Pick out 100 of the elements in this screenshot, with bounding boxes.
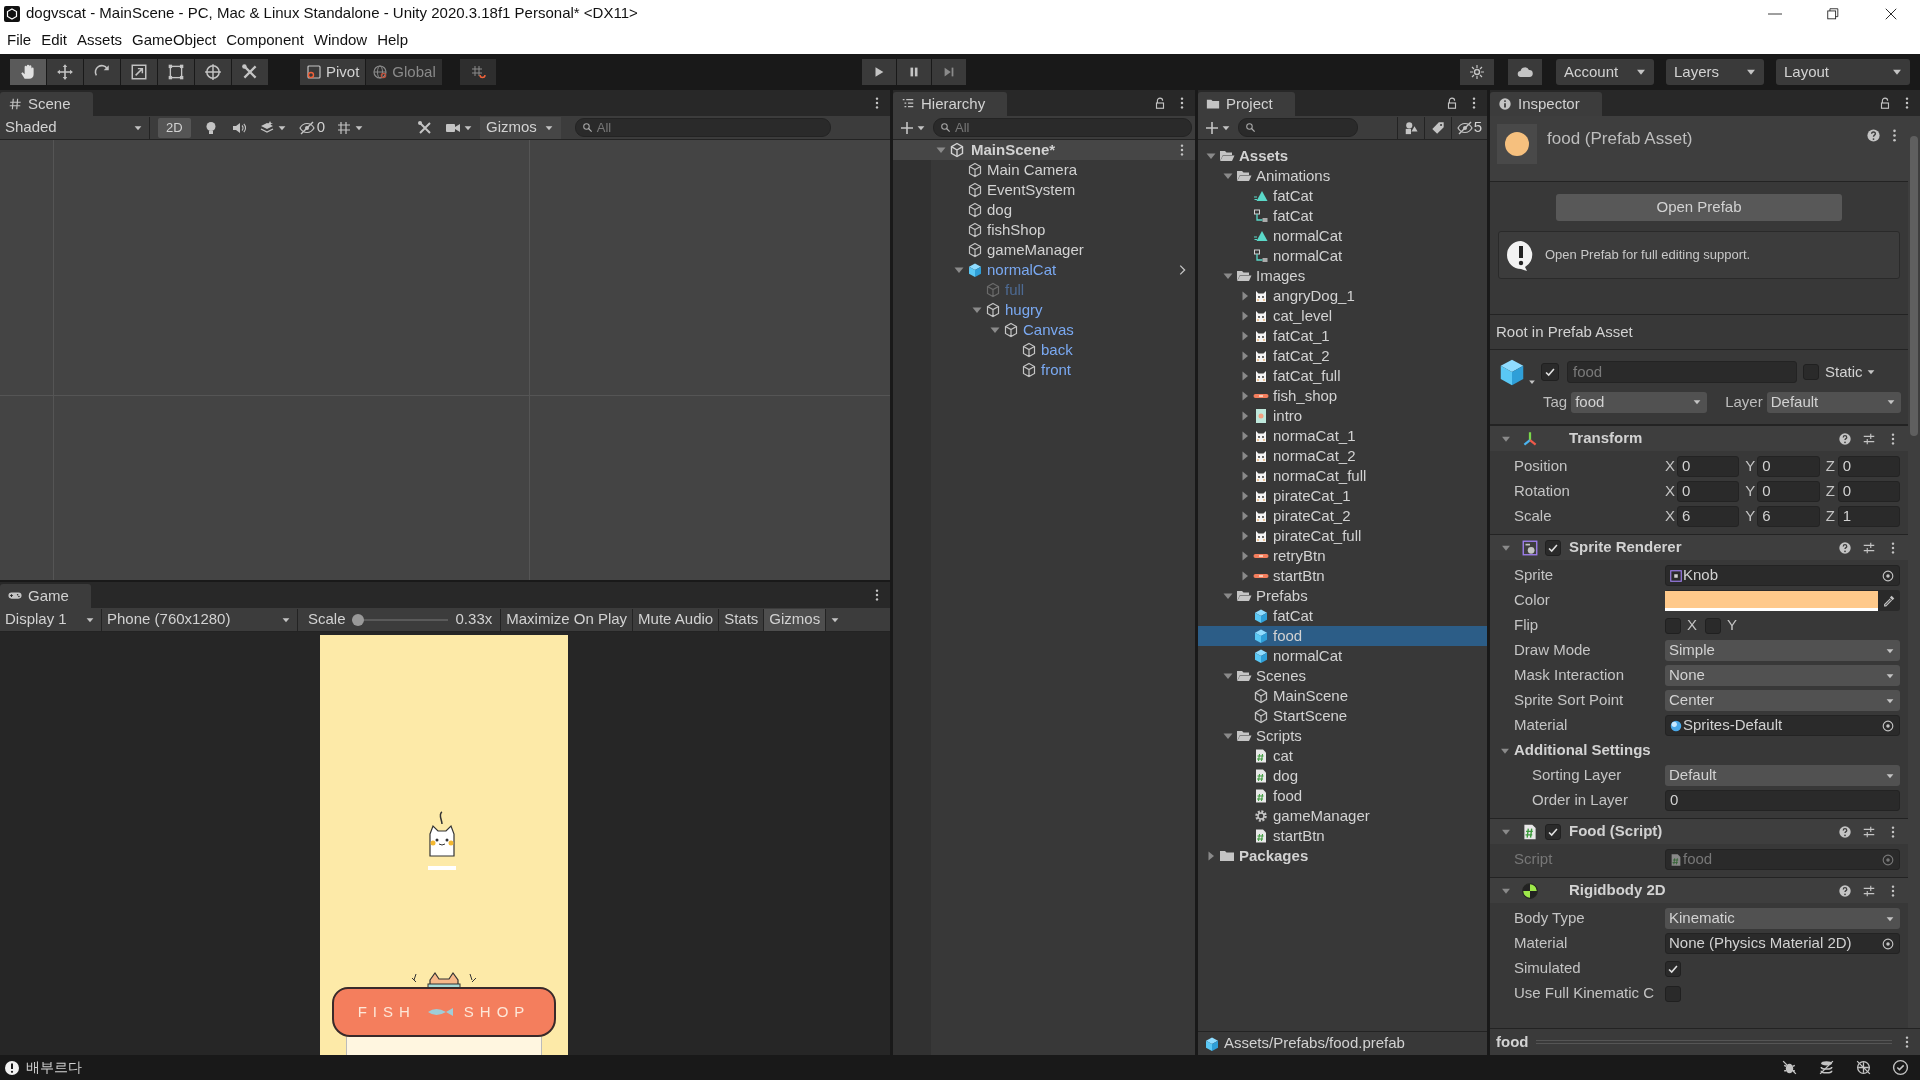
project-item[interactable]: MainScene (1198, 686, 1487, 706)
scale-tool-button[interactable] (121, 59, 157, 85)
tag-dropdown[interactable]: food (1571, 391, 1708, 413)
rect-tool-button[interactable] (158, 59, 194, 85)
project-item[interactable]: normaCat_1 (1198, 426, 1487, 446)
project-item[interactable]: pirateCat_2 (1198, 506, 1487, 526)
project-item[interactable]: startBtn (1198, 566, 1487, 586)
checkbox[interactable] (1541, 363, 1559, 381)
gizmos-dropdown[interactable]: Gizmos (479, 116, 561, 139)
dropdown[interactable]: Simple (1665, 640, 1900, 661)
help-icon[interactable] (1838, 540, 1852, 555)
project-item[interactable]: food (1198, 786, 1487, 806)
project-item[interactable]: Scripts (1198, 726, 1487, 746)
panel-tab[interactable]: Scene (0, 92, 93, 116)
object-picker-icon[interactable] (1881, 718, 1895, 733)
project-item[interactable]: normalCat (1198, 646, 1487, 666)
hierarchy-item[interactable]: gameManager (893, 240, 1195, 260)
menu-item[interactable]: Assets (72, 29, 128, 52)
move-tool-button[interactable] (47, 59, 83, 85)
project-item[interactable]: fatCat_1 (1198, 326, 1487, 346)
hierarchy-item[interactable]: dog (893, 200, 1195, 220)
help-icon[interactable] (1838, 883, 1852, 898)
checkbox[interactable] (1545, 823, 1561, 840)
open-prefab-button[interactable]: Open Prefab (1556, 194, 1842, 221)
resolution-dropdown[interactable]: Phone (760x1280) (102, 608, 298, 631)
project-item[interactable]: food (1198, 626, 1487, 646)
help-icon[interactable] (1838, 824, 1852, 839)
component-header[interactable]: Sprite Renderer (1490, 534, 1908, 560)
slider-thumb[interactable] (351, 613, 364, 626)
pause-button[interactable] (896, 59, 931, 85)
eyedropper-icon[interactable] (1882, 593, 1896, 608)
checkbox[interactable] (1665, 617, 1681, 634)
help-icon[interactable] (1866, 128, 1881, 143)
project-item[interactable]: retryBtn (1198, 546, 1487, 566)
menu-item[interactable]: GameObject (127, 29, 222, 52)
project-item[interactable]: Prefabs (1198, 586, 1487, 606)
number-field[interactable]: 0 (1837, 456, 1900, 477)
object-picker-icon[interactable] (1881, 936, 1895, 951)
menu-item[interactable]: Component (221, 29, 309, 52)
project-item[interactable]: normalCat (1198, 246, 1487, 266)
object-picker-icon[interactable] (1881, 568, 1895, 583)
project-item[interactable]: cat (1198, 746, 1487, 766)
project-item[interactable]: fatCat_full (1198, 366, 1487, 386)
dropdown[interactable]: Center (1665, 690, 1900, 711)
project-item[interactable]: Images (1198, 266, 1487, 286)
toggle-button[interactable]: Maximize On Play (500, 608, 633, 631)
lock-icon[interactable] (1878, 96, 1892, 110)
bug-slash-icon[interactable] (1781, 1059, 1798, 1076)
checkbox[interactable] (1545, 539, 1561, 556)
number-field[interactable]: 0 (1837, 481, 1900, 502)
checkbox[interactable] (1803, 364, 1819, 380)
number-field[interactable]: 6 (1757, 506, 1820, 527)
shading-dropdown[interactable]: Shaded (0, 116, 150, 139)
hand-tool-button[interactable] (10, 59, 46, 85)
lock-icon[interactable] (1153, 96, 1167, 110)
menu-item[interactable]: Window (308, 29, 373, 52)
transform-tool-button[interactable] (195, 59, 231, 85)
number-field[interactable]: 6 (1677, 506, 1740, 527)
hierarchy-item[interactable]: EventSystem (893, 180, 1195, 200)
number-field[interactable]: 0 (1677, 456, 1740, 477)
number-field[interactable]: 0 (1677, 481, 1740, 502)
lock-icon[interactable] (1445, 96, 1459, 110)
project-item[interactable]: StartScene (1198, 706, 1487, 726)
project-item[interactable]: Assets (1198, 146, 1487, 166)
object-field[interactable]: Sprites-Default (1665, 715, 1900, 736)
project-item[interactable]: fatCat_2 (1198, 346, 1487, 366)
component-header[interactable]: Food (Script) (1490, 818, 1908, 844)
project-item[interactable]: startBtn (1198, 826, 1487, 846)
2d-toggle[interactable]: 2D (158, 117, 191, 138)
project-item[interactable]: fatCat (1198, 606, 1487, 626)
object-field[interactable]: Knob (1665, 565, 1900, 586)
project-item[interactable]: angryDog_1 (1198, 286, 1487, 306)
static-dropdown[interactable]: Static (1825, 360, 1877, 384)
search-field[interactable] (1238, 118, 1358, 137)
menu-item[interactable]: Help (372, 29, 414, 52)
globe-slash-icon[interactable] (1855, 1059, 1872, 1076)
hierarchy-item[interactable]: front (893, 360, 1195, 380)
hidden-objects-toggle[interactable]: 0 (293, 116, 330, 139)
snap-button[interactable] (459, 59, 496, 85)
dropdown[interactable]: Default (1665, 765, 1900, 786)
project-item[interactable]: fatCat (1198, 186, 1487, 206)
project-item[interactable]: gameManager (1198, 806, 1487, 826)
project-item[interactable]: pirateCat_1 (1198, 486, 1487, 506)
checkmark-circle-icon[interactable] (1892, 1059, 1909, 1076)
menu-item[interactable]: File (2, 29, 37, 52)
step-button[interactable] (931, 59, 966, 85)
component-header[interactable]: Rigidbody 2D (1490, 877, 1908, 903)
hierarchy-item[interactable]: fishShop (893, 220, 1195, 240)
layer-dropdown[interactable]: Default (1766, 391, 1901, 413)
toggle-button[interactable]: Gizmos (763, 608, 826, 631)
project-item[interactable]: dog (1198, 766, 1487, 786)
project-item[interactable]: cat_level (1198, 306, 1487, 326)
panel-tab[interactable]: Hierarchy (893, 92, 1008, 116)
number-field[interactable]: 0 (1757, 481, 1820, 502)
project-item[interactable]: fish_shop (1198, 386, 1487, 406)
number-field[interactable]: 1 (1837, 506, 1900, 527)
project-item[interactable]: fatCat (1198, 206, 1487, 226)
hierarchy-item[interactable]: normalCat (893, 260, 1195, 280)
global-button[interactable]: Global (366, 59, 442, 85)
object-field[interactable]: None (Physics Material 2D) (1665, 933, 1900, 954)
